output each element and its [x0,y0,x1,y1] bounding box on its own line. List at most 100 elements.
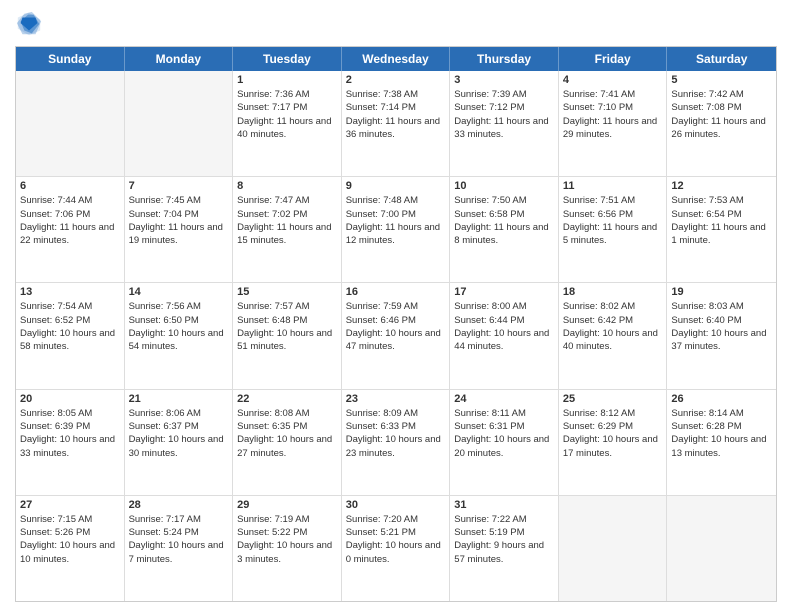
calendar-cell: 11Sunrise: 7:51 AMSunset: 6:56 PMDayligh… [559,177,668,282]
sunrise-text: Sunrise: 7:56 AM [129,300,229,313]
sunrise-text: Sunrise: 7:44 AM [20,194,120,207]
calendar-cell: 17Sunrise: 8:00 AMSunset: 6:44 PMDayligh… [450,283,559,388]
sunrise-text: Sunrise: 7:57 AM [237,300,337,313]
day-number: 28 [129,499,229,511]
sunrise-text: Sunrise: 7:20 AM [346,513,446,526]
sunset-text: Sunset: 6:44 PM [454,314,554,327]
sunrise-text: Sunrise: 7:15 AM [20,513,120,526]
sunrise-text: Sunrise: 8:03 AM [671,300,772,313]
daylight-text: Daylight: 10 hours and 13 minutes. [671,433,772,460]
calendar-week-1: 6Sunrise: 7:44 AMSunset: 7:06 PMDaylight… [16,177,776,283]
sunset-text: Sunset: 7:14 PM [346,101,446,114]
header-day-monday: Monday [125,47,234,71]
sunset-text: Sunset: 7:10 PM [563,101,663,114]
day-number: 13 [20,286,120,298]
sunrise-text: Sunrise: 8:06 AM [129,407,229,420]
calendar-cell: 28 Sunrise: 7:17 AMSunset: 5:24 PMDayligh… [125,496,234,601]
daylight-text: Daylight: 10 hours and 30 minutes. [129,433,229,460]
sunrise-text: Sunrise: 7:39 AM [454,88,554,101]
sunset-text: Sunset: 5:21 PM [346,526,446,539]
day-number: 23 [346,393,446,405]
calendar-cell [559,496,668,601]
sunrise-text: Sunrise: 8:14 AM [671,407,772,420]
sunset-text: Sunset: 6:40 PM [671,314,772,327]
calendar-cell: 8Sunrise: 7:47 AMSunset: 7:02 PMDaylight… [233,177,342,282]
day-number: 7 [129,180,229,192]
day-number: 12 [671,180,772,192]
daylight-text: Daylight: 10 hours and 51 minutes. [237,327,337,354]
daylight-text: Daylight: 11 hours and 19 minutes. [129,221,229,248]
daylight-text: Daylight: 10 hours and 7 minutes. [129,539,229,566]
sunset-text: Sunset: 6:58 PM [454,208,554,221]
calendar-week-4: 27Sunrise: 7:15 AMSunset: 5:26 PMDayligh… [16,496,776,601]
day-number: 2 [346,74,446,86]
daylight-text: Daylight: 11 hours and 8 minutes. [454,221,554,248]
daylight-text: Daylight: 10 hours and 20 minutes. [454,433,554,460]
sunset-text: Sunset: 6:54 PM [671,208,772,221]
sunset-text: Sunset: 6:31 PM [454,420,554,433]
day-number: 29 [237,499,337,511]
day-number: 16 [346,286,446,298]
calendar: SundayMondayTuesdayWednesdayThursdayFrid… [15,46,777,602]
calendar-cell: 26Sunrise: 8:14 AMSunset: 6:28 PMDayligh… [667,390,776,495]
sunset-text: Sunset: 6:56 PM [563,208,663,221]
daylight-text: Daylight: 10 hours and 17 minutes. [563,433,663,460]
day-number: 18 [563,286,663,298]
calendar-body: 1Sunrise: 7:36 AMSunset: 7:17 PMDaylight… [16,71,776,601]
daylight-text: Daylight: 11 hours and 22 minutes. [20,221,120,248]
daylight-text: Daylight: 10 hours and 27 minutes. [237,433,337,460]
day-number: 3 [454,74,554,86]
calendar-cell: 4Sunrise: 7:41 AMSunset: 7:10 PMDaylight… [559,71,668,176]
calendar-cell: 9Sunrise: 7:48 AMSunset: 7:00 PMDaylight… [342,177,451,282]
calendar-week-0: 1Sunrise: 7:36 AMSunset: 7:17 PMDaylight… [16,71,776,177]
sunset-text: Sunset: 7:08 PM [671,101,772,114]
day-number: 8 [237,180,337,192]
sunset-text: Sunset: 5:24 PM [129,526,229,539]
calendar-cell: 13Sunrise: 7:54 AMSunset: 6:52 PMDayligh… [16,283,125,388]
calendar-cell [125,71,234,176]
daylight-text: Daylight: 10 hours and 33 minutes. [20,433,120,460]
calendar-cell: 23Sunrise: 8:09 AMSunset: 6:33 PMDayligh… [342,390,451,495]
calendar-cell: 31Sunrise: 7:22 AMSunset: 5:19 PMDayligh… [450,496,559,601]
day-number: 22 [237,393,337,405]
calendar-cell: 6Sunrise: 7:44 AMSunset: 7:06 PMDaylight… [16,177,125,282]
sunset-text: Sunset: 5:26 PM [20,526,120,539]
day-number: 24 [454,393,554,405]
calendar-header: SundayMondayTuesdayWednesdayThursdayFrid… [16,47,776,71]
sunset-text: Sunset: 6:29 PM [563,420,663,433]
calendar-cell: 18Sunrise: 8:02 AMSunset: 6:42 PMDayligh… [559,283,668,388]
sunset-text: Sunset: 7:04 PM [129,208,229,221]
day-number: 30 [346,499,446,511]
header-day-friday: Friday [559,47,668,71]
sunrise-text: Sunrise: 7:17 AM [129,513,229,526]
calendar-cell: 1Sunrise: 7:36 AMSunset: 7:17 PMDaylight… [233,71,342,176]
calendar-cell [667,496,776,601]
sunrise-text: Sunrise: 7:22 AM [454,513,554,526]
header [15,10,777,38]
sunrise-text: Sunrise: 7:50 AM [454,194,554,207]
calendar-cell: 5Sunrise: 7:42 AMSunset: 7:08 PMDaylight… [667,71,776,176]
sunrise-text: Sunrise: 7:54 AM [20,300,120,313]
daylight-text: Daylight: 10 hours and 23 minutes. [346,433,446,460]
calendar-cell: 21Sunrise: 8:06 AMSunset: 6:37 PMDayligh… [125,390,234,495]
calendar-cell: 29Sunrise: 7:19 AMSunset: 5:22 PMDayligh… [233,496,342,601]
sunrise-text: Sunrise: 8:05 AM [20,407,120,420]
daylight-text: Daylight: 11 hours and 5 minutes. [563,221,663,248]
sunrise-text: Sunrise: 7:53 AM [671,194,772,207]
daylight-text: Daylight: 11 hours and 12 minutes. [346,221,446,248]
day-number: 6 [20,180,120,192]
header-day-tuesday: Tuesday [233,47,342,71]
calendar-cell: 14Sunrise: 7:56 AMSunset: 6:50 PMDayligh… [125,283,234,388]
header-day-saturday: Saturday [667,47,776,71]
page: SundayMondayTuesdayWednesdayThursdayFrid… [0,0,792,612]
calendar-cell: 7Sunrise: 7:45 AMSunset: 7:04 PMDaylight… [125,177,234,282]
day-number: 9 [346,180,446,192]
day-number: 4 [563,74,663,86]
daylight-text: Daylight: 11 hours and 15 minutes. [237,221,337,248]
sunrise-text: Sunrise: 8:11 AM [454,407,554,420]
day-number: 10 [454,180,554,192]
sunrise-text: Sunrise: 7:41 AM [563,88,663,101]
sunrise-text: Sunrise: 7:47 AM [237,194,337,207]
day-number: 17 [454,286,554,298]
calendar-cell: 19Sunrise: 8:03 AMSunset: 6:40 PMDayligh… [667,283,776,388]
